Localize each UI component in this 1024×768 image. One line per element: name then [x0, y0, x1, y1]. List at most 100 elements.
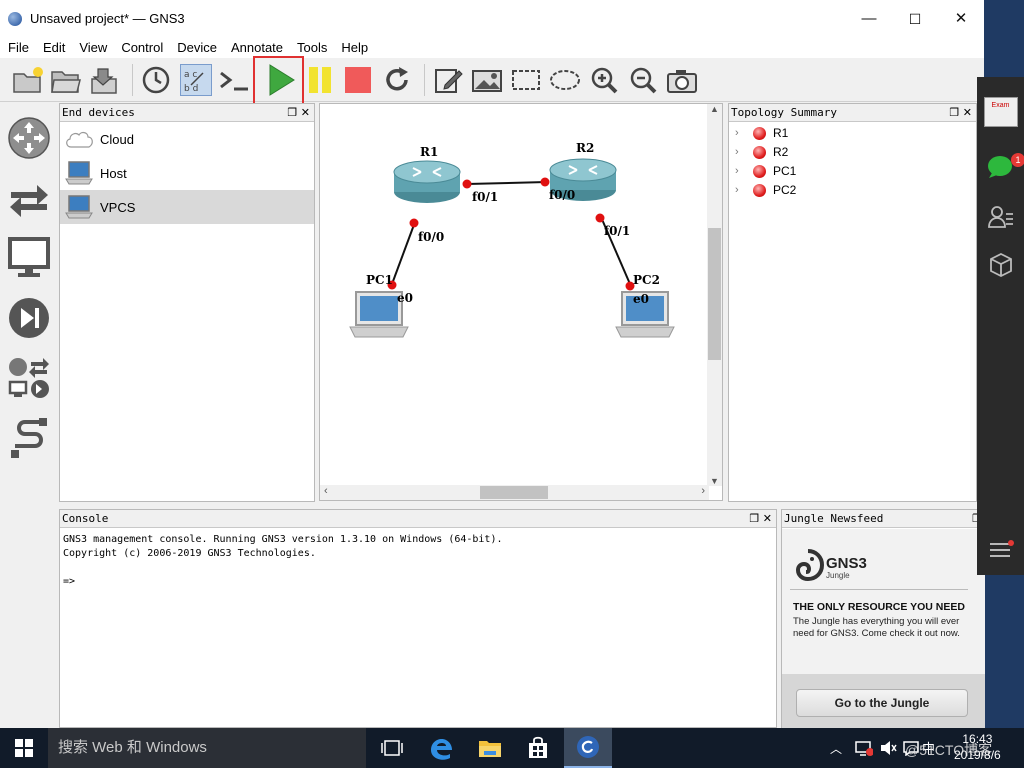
device-item-vpcs[interactable]: VPCS	[60, 190, 314, 224]
side-menu-button[interactable]	[977, 535, 1024, 565]
menu-view[interactable]: View	[71, 38, 113, 55]
status-stopped-icon	[753, 146, 766, 159]
panel-float-close-icon[interactable]: ❐ ✕	[949, 104, 972, 122]
label-pc1[interactable]: PC1	[366, 273, 393, 287]
save-project-button[interactable]	[88, 64, 120, 96]
main-toolbar: a c b d	[0, 58, 984, 102]
gns3-taskbar-button[interactable]	[564, 728, 612, 768]
clock-icon	[142, 66, 170, 94]
device-item-cloud[interactable]: Cloud	[60, 122, 314, 156]
close-button[interactable]: ✕	[938, 0, 984, 38]
label-pc2[interactable]: PC2	[633, 273, 660, 287]
browse-routers-button[interactable]	[6, 115, 52, 161]
taskbar-search[interactable]: 搜索 Web 和 Windows	[48, 728, 366, 768]
summary-item-pc2[interactable]: › PC2	[729, 181, 976, 200]
console-output[interactable]: GNS3 management console. Running GNS3 ve…	[60, 528, 776, 594]
chevron-right-icon[interactable]: ›	[735, 162, 739, 181]
contacts-icon	[987, 206, 1013, 228]
newsfeed-panel: Jungle Newsfeed ❐ GNS3 Jungle THE ONLY R…	[781, 509, 985, 730]
new-project-button[interactable]	[12, 64, 44, 96]
zoom-out-button[interactable]	[627, 64, 659, 96]
summary-item-pc1[interactable]: › PC1	[729, 162, 976, 181]
label-r1[interactable]: R1	[420, 145, 438, 159]
folder-open-icon	[51, 71, 81, 93]
newsfeed-logo-text: GNS3	[826, 555, 867, 572]
newsfeed-logo-sub: Jungle	[826, 571, 850, 580]
open-project-button[interactable]	[50, 64, 82, 96]
console-all-button[interactable]	[218, 64, 250, 96]
summary-item-r2[interactable]: › R2	[729, 143, 976, 162]
side-box-button[interactable]	[977, 249, 1024, 281]
store-button[interactable]	[514, 728, 562, 768]
canvas-vscroll-thumb[interactable]	[708, 228, 721, 360]
browse-end-devices-button[interactable]	[6, 235, 52, 281]
port-dot-r2-f01	[595, 213, 605, 223]
device-type-bar	[0, 103, 58, 728]
device-item-host[interactable]: Host	[60, 156, 314, 190]
menu-help[interactable]: Help	[333, 38, 374, 55]
summary-item-r1[interactable]: › R1	[729, 124, 976, 143]
volume-muted-icon[interactable]	[879, 740, 897, 756]
label-r2[interactable]: R2	[576, 141, 594, 155]
switch-icon	[10, 185, 48, 217]
watermark-text: @51CTO博客	[905, 742, 993, 758]
reload-all-button[interactable]	[381, 64, 413, 96]
link-r1-pc1[interactable]	[391, 221, 416, 285]
side-contacts-button[interactable]	[977, 201, 1024, 233]
image-icon	[472, 70, 502, 92]
snapshot-button[interactable]	[140, 64, 172, 96]
side-chat-button[interactable]: 1	[977, 147, 1024, 183]
task-view-button[interactable]	[368, 728, 416, 768]
zoom-in-button[interactable]	[588, 64, 620, 96]
network-icon[interactable]	[855, 740, 873, 756]
port-label-r2-f00: f0/0	[549, 188, 575, 202]
status-stopped-icon	[753, 127, 766, 140]
maximize-button[interactable]: ☐	[892, 0, 938, 38]
add-note-button[interactable]	[432, 64, 464, 96]
draw-rectangle-button[interactable]	[510, 64, 542, 96]
menu-tools[interactable]: Tools	[289, 38, 333, 55]
stop-all-button[interactable]	[342, 64, 374, 96]
suspend-all-button[interactable]	[304, 64, 336, 96]
menu-bar: File Edit View Control Device Annotate Tools He…	[0, 38, 984, 58]
chevron-right-icon[interactable]: ›	[735, 143, 739, 162]
go-to-jungle-button[interactable]: Go to the Jungle	[796, 689, 968, 717]
file-explorer-button[interactable]	[466, 728, 514, 768]
canvas-horizontal-scrollbar[interactable]: ‹ ›	[320, 485, 709, 500]
start-button[interactable]	[0, 728, 48, 768]
side-thumbnail[interactable]: Exam	[977, 95, 1024, 129]
gns3-app-icon	[8, 12, 22, 26]
screenshot-button[interactable]	[666, 64, 698, 96]
chevron-right-icon[interactable]: ›	[735, 124, 739, 143]
menu-control[interactable]: Control	[113, 38, 169, 55]
canvas-vertical-scrollbar[interactable]: ▲ ▼	[707, 104, 722, 486]
tray-chevron-up-icon[interactable]: ︿	[830, 740, 842, 757]
panel-float-close-icon[interactable]: ❐ ✕	[749, 510, 772, 528]
topology-graph: R1 R2 PC1 PC2 f0/1 f0/0 f0/0 f0/1 e0 e0	[349, 141, 675, 338]
host-icon	[65, 161, 93, 185]
chat-icon	[987, 156, 1012, 178]
insert-image-button[interactable]	[471, 64, 503, 96]
interface-labels-icon: a c b d	[184, 70, 204, 94]
browse-switches-button[interactable]	[6, 175, 52, 221]
status-stopped-icon	[753, 184, 766, 197]
menu-file[interactable]: File	[0, 38, 35, 55]
browse-security-devices-button[interactable]	[6, 295, 52, 341]
show-interface-labels-button[interactable]: a c b d	[180, 64, 212, 96]
menu-annotate[interactable]: Annotate	[223, 38, 289, 55]
chevron-right-icon[interactable]: ›	[735, 181, 739, 200]
canvas-hscroll-thumb[interactable]	[480, 486, 548, 499]
link-r1-r2[interactable]	[466, 181, 548, 185]
router-r1[interactable]	[393, 160, 461, 203]
cable-icon	[11, 418, 47, 458]
menu-device[interactable]: Device	[169, 38, 223, 55]
add-link-button[interactable]	[6, 415, 52, 461]
topology-canvas[interactable]: R1 R2 PC1 PC2 f0/1 f0/0 f0/0 f0/1 e0 e0 …	[319, 103, 723, 501]
browse-all-devices-button[interactable]	[6, 355, 52, 401]
terminal-icon	[220, 71, 248, 91]
minimize-button[interactable]: —	[846, 0, 892, 38]
panel-float-close-icon[interactable]: ❐ ✕	[287, 104, 310, 122]
menu-edit[interactable]: Edit	[35, 38, 71, 55]
draw-ellipse-button[interactable]	[549, 64, 581, 96]
edge-browser-button[interactable]	[418, 728, 466, 768]
